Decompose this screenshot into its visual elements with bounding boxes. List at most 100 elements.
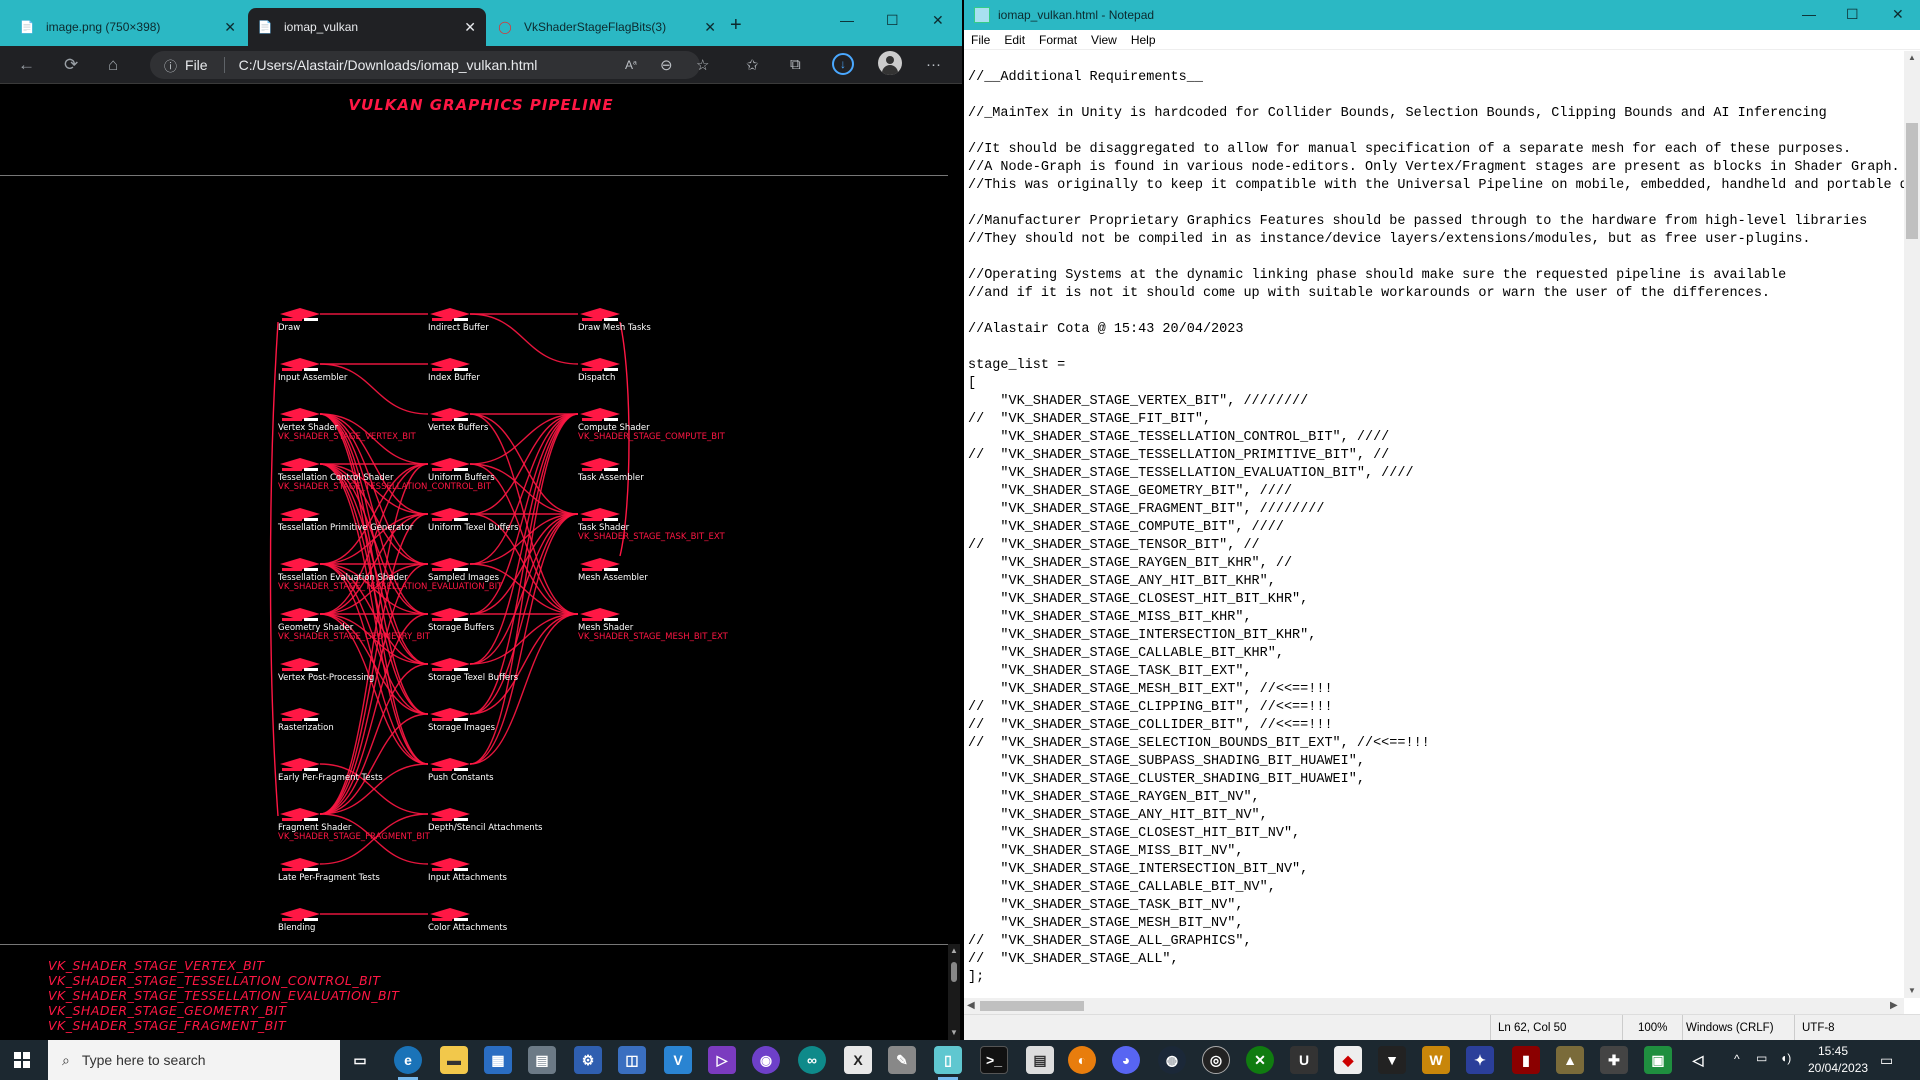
bit-list-item: VK_SHADER_STAGE_VERTEX_BIT <box>48 958 265 973</box>
scrollbar-thumb[interactable] <box>1906 123 1918 239</box>
scroll-down-icon[interactable]: ▼ <box>950 1028 958 1037</box>
node-bar <box>282 618 302 621</box>
scroll-left-icon[interactable]: ◀ <box>967 1000 975 1011</box>
scroll-right-icon[interactable]: ▶ <box>1890 1000 1898 1011</box>
close-window-button[interactable]: ✕ <box>1892 6 1904 23</box>
unity-icon[interactable]: ◎ <box>1202 1046 1230 1074</box>
app-icon[interactable]: ▣ <box>1644 1046 1672 1074</box>
code-line: "VK_SHADER_STAGE_INTERSECTION_BIT_KHR", <box>968 628 1317 643</box>
horizontal-scrollbar[interactable]: ◀ ▶ <box>964 998 1904 1014</box>
menu-edit[interactable]: Edit <box>997 30 1032 49</box>
scroll-down-icon[interactable]: ▼ <box>1908 986 1916 995</box>
arduino-icon[interactable]: ∞ <box>798 1046 826 1074</box>
search-box[interactable]: ⌕ Type here to search <box>48 1040 340 1080</box>
windows-start-icon[interactable] <box>14 1052 30 1068</box>
file-explorer-icon[interactable]: ▬ <box>440 1046 468 1074</box>
app-icon[interactable]: ◆ <box>1334 1046 1362 1074</box>
minimize-button[interactable]: — <box>1802 6 1816 22</box>
graph-node: Input Attachments <box>428 858 508 883</box>
terminal-icon[interactable]: >_ <box>980 1046 1008 1074</box>
home-icon[interactable]: ⌂ <box>108 55 118 75</box>
menu-help[interactable]: Help <box>1124 30 1163 49</box>
app-icon[interactable]: ✎ <box>888 1046 916 1074</box>
vscode-icon[interactable]: V <box>664 1046 692 1074</box>
tab-iomap-vulkan[interactable]: 📄 iomap_vulkan ✕ <box>248 8 486 46</box>
refresh-icon[interactable]: ⟳ <box>64 55 78 75</box>
discord-icon[interactable]: ◕ <box>1112 1046 1140 1074</box>
network-icon[interactable]: ▭ <box>1756 1051 1767 1065</box>
clock[interactable]: 15:45 20/04/2023 <box>1808 1043 1868 1077</box>
node-bar <box>432 468 452 471</box>
scrollbar[interactable]: ▲ ▼ <box>948 944 960 1040</box>
file-icon: 📄 <box>257 20 273 34</box>
app-icon[interactable]: W <box>1422 1046 1450 1074</box>
app-icon[interactable]: ▲ <box>1556 1046 1584 1074</box>
info-icon[interactable]: ⓘ <box>164 56 177 75</box>
menu-format[interactable]: Format <box>1032 30 1084 49</box>
graph-node: Fragment ShaderVK_SHADER_STAGE_FRAGMENT_… <box>278 808 431 842</box>
blender-icon[interactable]: ◐ <box>1068 1046 1096 1074</box>
tab-vkshaderstageflagbits[interactable]: ◯ VkShaderStageFlagBits(3) ✕ <box>488 8 726 46</box>
node-bar <box>604 368 618 371</box>
close-tab-icon[interactable]: ✕ <box>704 19 716 36</box>
bit-list-item: VK_SHADER_STAGE_FRAGMENT_BIT <box>48 1018 287 1033</box>
edge-browser-icon[interactable]: e <box>394 1046 422 1080</box>
network-tool-icon[interactable]: ⚙ <box>574 1046 602 1074</box>
url-field[interactable]: ⓘ File C:/Users/Alastair/Downloads/iomap… <box>150 51 700 79</box>
document-icon[interactable]: ▤ <box>1026 1046 1054 1074</box>
notification-icon[interactable]: ▭ <box>1880 1052 1893 1069</box>
read-aloud-icon[interactable]: Aₐ <box>625 56 637 72</box>
node-subtitle: VK_SHADER_STAGE_COMPUTE_BIT <box>578 432 726 442</box>
visual-studio-installer-icon[interactable]: ◁ <box>1684 1046 1712 1074</box>
scrollbar-thumb[interactable] <box>951 962 957 982</box>
node-label: Storage Images <box>428 723 496 733</box>
menu-file[interactable]: File <box>964 30 997 49</box>
close-tab-icon[interactable]: ✕ <box>224 19 236 36</box>
scroll-up-icon[interactable]: ▲ <box>950 946 958 955</box>
volume-icon[interactable]: ◖) <box>1780 1051 1791 1065</box>
favorites-icon[interactable]: ✩ <box>746 56 759 74</box>
notepad-icon[interactable]: ▯ <box>934 1046 962 1080</box>
minimize-button[interactable]: — <box>840 12 854 28</box>
task-view-icon[interactable]: ▭ <box>346 1046 374 1074</box>
close-window-button[interactable]: ✕ <box>932 12 944 29</box>
app-icon[interactable]: ◫ <box>618 1046 646 1074</box>
avatar[interactable] <box>878 51 902 75</box>
code-line: "VK_SHADER_STAGE_TASK_BIT_NV", <box>968 898 1244 913</box>
steam-icon[interactable]: ◍ <box>1158 1046 1186 1074</box>
app-icon[interactable]: X <box>844 1046 872 1074</box>
app-icon[interactable]: ✚ <box>1600 1046 1628 1074</box>
graph-node: Task Assembler <box>577 458 644 483</box>
app-icon[interactable]: ▤ <box>528 1046 556 1074</box>
menu-view[interactable]: View <box>1084 30 1124 49</box>
unreal-icon[interactable]: U <box>1290 1046 1318 1074</box>
more-menu-icon[interactable]: ··· <box>926 56 941 73</box>
node-bar <box>454 318 468 321</box>
app-icon[interactable]: ▮ <box>1512 1046 1540 1074</box>
text-editor[interactable]: //__Additional Requirements__ //_MainTex… <box>964 51 1904 998</box>
node-bar <box>582 468 602 471</box>
chevron-up-icon[interactable]: ^ <box>1734 1052 1740 1066</box>
tab-image-png[interactable]: 📄 image.png (750×398) ✕ <box>10 8 246 46</box>
graph-node: Mesh ShaderVK_SHADER_STAGE_MESH_BIT_EXT <box>578 608 729 642</box>
xbox-icon[interactable]: ✕ <box>1246 1046 1274 1074</box>
store-icon[interactable]: ▦ <box>484 1046 512 1074</box>
collections-icon[interactable]: ⧉ <box>790 56 801 73</box>
github-icon[interactable]: ◉ <box>752 1046 780 1074</box>
zoom-icon[interactable]: ⊖ <box>660 56 673 74</box>
close-tab-icon[interactable]: ✕ <box>464 19 476 36</box>
graph-node: Mesh Assembler <box>578 558 648 583</box>
new-tab-button[interactable]: + <box>730 14 742 37</box>
back-arrow-icon[interactable]: ← <box>18 55 35 75</box>
vertical-scrollbar[interactable]: ▲ ▼ <box>1904 51 1920 998</box>
scroll-up-icon[interactable]: ▲ <box>1908 53 1916 62</box>
maximize-button[interactable]: ☐ <box>886 12 899 29</box>
favorite-add-icon[interactable]: ☆ <box>696 56 709 74</box>
app-icon[interactable]: ✦ <box>1466 1046 1494 1074</box>
scrollbar-thumb[interactable] <box>980 1001 1084 1011</box>
download-icon[interactable]: ↓ <box>832 53 854 75</box>
maximize-button[interactable]: ☐ <box>1846 6 1859 23</box>
visual-studio-icon[interactable]: ▷ <box>708 1046 736 1074</box>
app-icon[interactable]: ▼ <box>1378 1046 1406 1074</box>
